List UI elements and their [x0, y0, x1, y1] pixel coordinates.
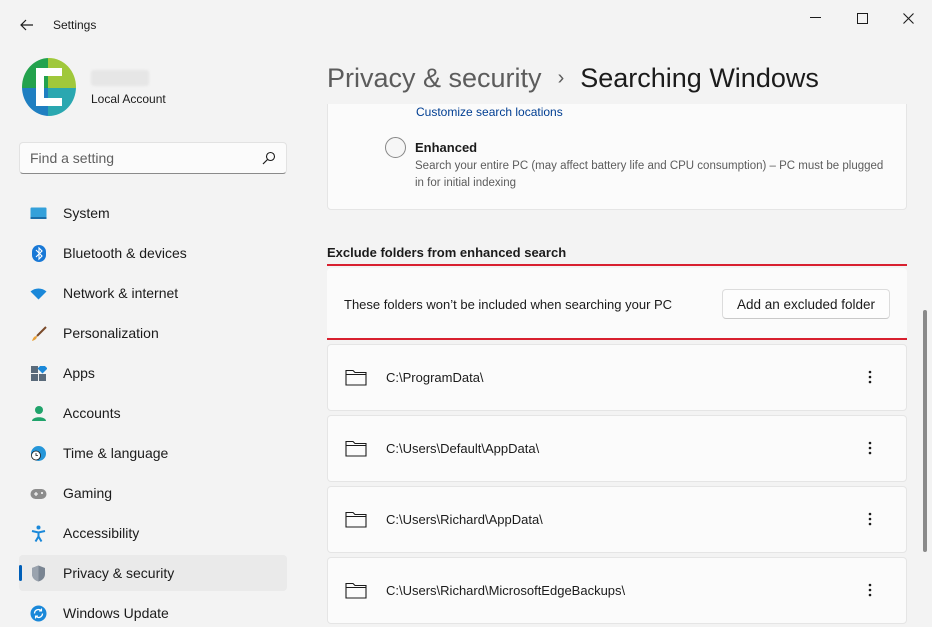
folder-path: C:\Users\Richard\AppData\: [386, 512, 543, 527]
search-input[interactable]: [20, 143, 240, 173]
folder-icon: [345, 511, 367, 528]
sidebar-item-time-language[interactable]: Time & language: [19, 435, 287, 471]
exclude-section-title: Exclude folders from enhanced search: [327, 245, 567, 260]
arrow-left-icon: [20, 19, 33, 31]
sidebar-item-label: Gaming: [63, 485, 113, 501]
folder-path: C:\Users\Default\AppData\: [386, 441, 540, 456]
excluded-folder-row[interactable]: C:\Users\Richard\AppData\: [327, 486, 907, 553]
sidebar-item-label: Accounts: [63, 405, 121, 421]
folder-icon: [345, 582, 367, 599]
vertical-scrollbar[interactable]: [923, 310, 927, 552]
minimize-icon: [809, 17, 821, 18]
close-button[interactable]: [888, 6, 928, 30]
sidebar-item-accounts[interactable]: Accounts: [19, 395, 287, 431]
sidebar-item-accessibility[interactable]: Accessibility: [19, 515, 287, 551]
main-content: Customize search locations Enhanced Sear…: [327, 104, 907, 627]
more-vertical-icon: [868, 441, 872, 455]
highlight-annotation: [327, 264, 907, 340]
system-icon: [30, 205, 47, 222]
sidebar-item-label: Bluetooth & devices: [63, 245, 187, 261]
back-button[interactable]: [14, 12, 40, 38]
more-vertical-icon: [868, 512, 872, 526]
sidebar-item-bluetooth[interactable]: Bluetooth & devices: [19, 235, 287, 271]
sidebar-item-label: System: [63, 205, 110, 221]
title-bar: Settings: [0, 0, 932, 48]
network-icon: [30, 285, 47, 302]
close-icon: [902, 12, 914, 24]
more-options-button[interactable]: [860, 436, 880, 460]
folder-icon: [345, 369, 367, 386]
shield-icon: [30, 565, 47, 582]
more-vertical-icon: [868, 583, 872, 597]
sidebar-item-label: Time & language: [63, 445, 169, 461]
customize-search-locations-link[interactable]: Customize search locations: [416, 105, 563, 119]
sidebar-item-label: Personalization: [63, 325, 159, 341]
sidebar-item-label: Apps: [63, 365, 95, 381]
enhanced-title: Enhanced: [415, 140, 478, 155]
account-name-redacted: [91, 70, 149, 86]
sidebar-item-system[interactable]: System: [19, 195, 287, 231]
sidebar-item-label: Accessibility: [63, 525, 140, 541]
sidebar-item-windows-update[interactable]: Windows Update: [19, 595, 287, 627]
sidebar-item-label: Privacy & security: [63, 565, 175, 581]
sidebar-item-apps[interactable]: Apps: [19, 355, 287, 391]
brush-icon: [30, 325, 47, 342]
accessibility-icon: [30, 525, 47, 542]
apps-icon: [30, 365, 47, 382]
enhanced-description: Search your entire PC (may affect batter…: [415, 160, 884, 189]
search-icon[interactable]: [262, 151, 276, 165]
excluded-folder-row[interactable]: C:\Users\Default\AppData\: [327, 415, 907, 482]
sidebar-nav: System Bluetooth & devices Network & int…: [19, 195, 287, 627]
folder-icon: [345, 440, 367, 457]
sidebar-item-gaming[interactable]: Gaming: [19, 475, 287, 511]
sidebar-item-privacy-security[interactable]: Privacy & security: [19, 555, 287, 591]
accounts-icon: [30, 405, 47, 422]
find-files-card: Customize search locations Enhanced Sear…: [327, 104, 907, 210]
maximize-button[interactable]: [842, 6, 882, 30]
settings-search-box[interactable]: [19, 142, 287, 174]
more-options-button[interactable]: [860, 365, 880, 389]
update-icon: [30, 605, 47, 622]
account-type: Local Account: [91, 92, 166, 106]
breadcrumb: Privacy & security › Searching Windows: [327, 58, 819, 98]
more-vertical-icon: [868, 370, 872, 384]
folder-path: C:\ProgramData\: [386, 370, 484, 385]
app-title: Settings: [53, 18, 97, 32]
user-avatar: [22, 58, 76, 116]
more-options-button[interactable]: [860, 578, 880, 602]
account-profile[interactable]: Local Account: [22, 58, 282, 118]
user-avatar-logo: [22, 58, 76, 116]
excluded-folder-row[interactable]: C:\Users\Richard\MicrosoftEdgeBackups\: [327, 557, 907, 624]
gamepad-icon: [30, 485, 47, 502]
bluetooth-icon: [30, 245, 47, 262]
sidebar-item-personalization[interactable]: Personalization: [19, 315, 287, 351]
enhanced-radio[interactable]: [385, 137, 406, 158]
sidebar-item-label: Network & internet: [63, 285, 179, 301]
active-indicator: [19, 565, 22, 581]
more-options-button[interactable]: [860, 507, 880, 531]
breadcrumb-parent[interactable]: Privacy & security: [327, 63, 542, 94]
maximize-icon: [856, 12, 868, 24]
minimize-button[interactable]: [795, 6, 835, 30]
clock-globe-icon: [30, 445, 47, 462]
sidebar-item-label: Windows Update: [63, 605, 169, 621]
sidebar-item-network[interactable]: Network & internet: [19, 275, 287, 311]
breadcrumb-separator: ›: [557, 66, 565, 89]
excluded-folder-row[interactable]: C:\ProgramData\: [327, 344, 907, 411]
folder-path: C:\Users\Richard\MicrosoftEdgeBackups\: [386, 583, 626, 598]
page-title: Searching Windows: [580, 62, 819, 93]
